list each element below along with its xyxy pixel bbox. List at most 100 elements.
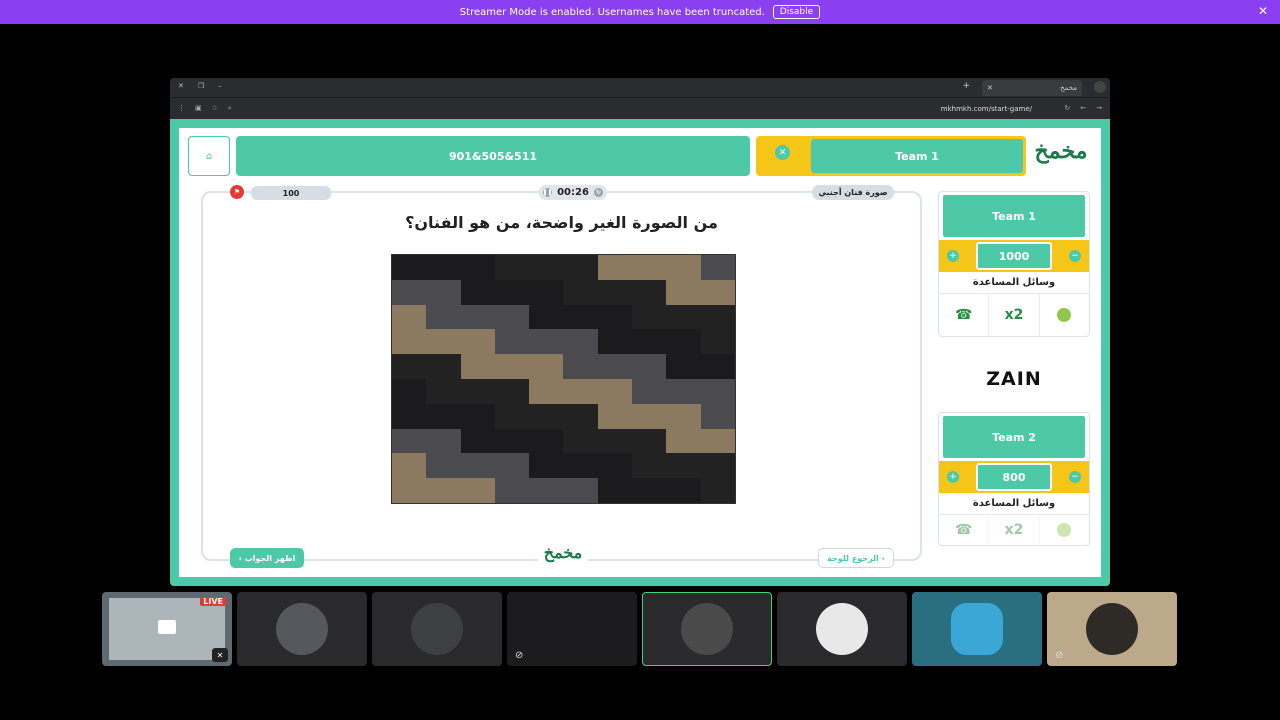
puzzle-tile — [597, 329, 633, 355]
current-team-name: Team 1 — [811, 139, 1023, 173]
puzzle-tile — [460, 354, 495, 379]
puzzle-tile — [460, 403, 495, 429]
participant-tile[interactable]: ⊘ — [1047, 592, 1177, 666]
minus-icon[interactable]: − — [1069, 471, 1081, 483]
puzzle-tile — [494, 478, 530, 503]
puzzle-tile — [392, 279, 427, 305]
puzzle-tile — [563, 428, 598, 454]
puzzle-tile — [597, 279, 633, 305]
puzzle-tile — [666, 478, 701, 503]
team-card-2: Team 2 + 800 − وسائل المساعدة ☎ x2 — [938, 412, 1090, 546]
plus-icon[interactable]: + — [947, 471, 959, 483]
puzzle-tile — [392, 378, 427, 404]
puzzle-tile — [392, 255, 427, 280]
avatar — [681, 603, 733, 655]
puzzle-tile — [632, 354, 667, 379]
close-icon[interactable]: ✕ — [1258, 4, 1268, 18]
back-to-board-button[interactable]: الرجوع للوحة › — [818, 548, 894, 568]
plus-icon[interactable]: + — [947, 250, 959, 262]
avatar — [951, 603, 1003, 655]
tab-menu-button[interactable] — [1094, 81, 1106, 93]
flag-icon[interactable]: ⚑ — [230, 185, 244, 199]
search-icon[interactable]: ⌕ — [228, 104, 232, 113]
puzzle-tile — [563, 279, 598, 305]
puzzle-tile — [494, 279, 530, 305]
menu-dots-icon[interactable]: ⋮ — [178, 104, 185, 113]
minus-icon[interactable]: − — [1069, 250, 1081, 262]
new-tab-button[interactable]: + — [962, 81, 970, 91]
participant-tile[interactable] — [912, 592, 1042, 666]
pause-icon[interactable]: ❚❚ — [542, 188, 553, 197]
team-score: 800 — [976, 463, 1052, 491]
double-points-icon[interactable]: x2 — [989, 515, 1040, 545]
puzzle-tile — [563, 378, 598, 404]
puzzle-tile — [392, 428, 427, 454]
tab-title: مخمخ — [1060, 84, 1077, 92]
back-icon[interactable]: → — [1096, 104, 1102, 112]
reset-timer-icon[interactable]: ↻ — [594, 188, 603, 197]
puzzle-tile — [494, 329, 530, 355]
puzzle-tile — [563, 304, 598, 330]
toolbar-icons: ⋮ ▣ ☆ ⌕ — [178, 104, 232, 113]
puzzle-tile — [529, 453, 564, 479]
puzzle-tile — [529, 428, 564, 454]
puzzle-tile — [494, 304, 530, 330]
current-turn-indicator: ✕ Team 1 — [756, 136, 1026, 176]
puzzle-tile — [529, 279, 564, 305]
puzzle-tile — [700, 478, 735, 503]
screen-share-icon — [158, 620, 176, 634]
puzzle-tile — [392, 354, 427, 379]
close-window-icon[interactable]: ✕ — [178, 82, 184, 90]
speaker-muted-icon[interactable]: ✕ — [212, 648, 228, 662]
puzzle-tile — [494, 354, 530, 379]
participant-tile-speaking[interactable] — [642, 592, 772, 666]
puzzle-tile — [700, 255, 735, 280]
puzzle-tile — [426, 304, 461, 330]
call-friend-icon[interactable]: ☎ — [939, 515, 990, 545]
puzzle-tile — [392, 304, 427, 330]
puzzle-tile — [426, 354, 461, 379]
reload-icon[interactable]: ↻ — [1064, 104, 1070, 112]
puzzle-tile — [666, 329, 701, 355]
puzzle-tile — [529, 329, 564, 355]
puzzle-tile — [700, 279, 735, 305]
team-score-row: + 800 − — [939, 461, 1089, 493]
skip-icon[interactable] — [1040, 515, 1089, 545]
restore-window-icon[interactable]: ❐ — [198, 82, 204, 90]
extension-icon[interactable]: ▣ — [195, 104, 202, 113]
star-icon[interactable]: ☆ — [212, 104, 218, 113]
double-points-icon[interactable]: x2 — [989, 294, 1040, 336]
url-field[interactable]: mkhmkh.com/start-game/ — [941, 105, 1032, 113]
browser-tab[interactable]: ✕ مخمخ — [982, 80, 1082, 96]
participant-tile[interactable] — [777, 592, 907, 666]
mic-muted-icon: ⊘ — [1055, 650, 1064, 661]
chevron-right-icon: › — [878, 553, 885, 563]
logo: مخمخ — [1034, 138, 1088, 164]
forward-icon[interactable]: ← — [1080, 104, 1086, 112]
puzzle-tile — [666, 354, 701, 379]
call-friend-icon[interactable]: ☎ — [939, 294, 990, 336]
team-score: 1000 — [976, 242, 1052, 270]
participant-tile-screenshare[interactable]: LIVE ✕ — [102, 592, 232, 666]
participant-tile[interactable] — [237, 592, 367, 666]
puzzle-tile — [494, 428, 530, 454]
disable-streamer-mode-button[interactable]: Disable — [772, 5, 821, 19]
minimize-window-icon[interactable]: – — [218, 82, 222, 90]
puzzle-tile — [632, 453, 667, 479]
participant-tile[interactable]: ⊘ — [507, 592, 637, 666]
reveal-answer-button[interactable]: ‹ اظهر الجواب — [230, 548, 304, 568]
puzzle-tile — [666, 304, 701, 330]
puzzle-tile — [700, 304, 735, 330]
participant-tile[interactable] — [372, 592, 502, 666]
streamer-mode-banner: Streamer Mode is enabled. Usernames have… — [0, 0, 1280, 24]
home-button[interactable]: ⌂ — [188, 136, 230, 176]
bottom-logo: مخمخ — [538, 543, 588, 567]
sponsor-logo: ZAIN — [986, 368, 1042, 390]
puzzle-tile — [426, 428, 461, 454]
turn-icon: ✕ — [775, 145, 790, 160]
puzzle-tile — [666, 378, 701, 404]
puzzle-tile — [460, 279, 495, 305]
tab-close-icon[interactable]: ✕ — [987, 84, 993, 92]
puzzle-tile — [563, 354, 598, 379]
skip-icon[interactable] — [1040, 294, 1089, 336]
